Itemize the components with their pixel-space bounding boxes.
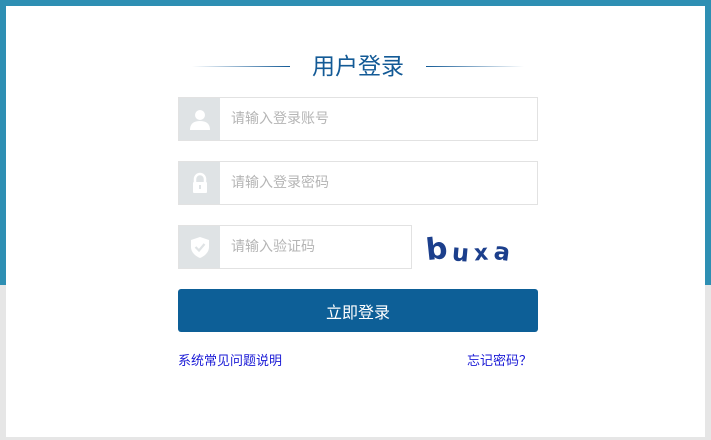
lock-icon [179, 162, 220, 204]
shield-check-icon [179, 226, 220, 268]
captcha-input[interactable] [220, 226, 411, 268]
captcha-char: u [450, 238, 471, 268]
captcha-char: b [424, 230, 450, 269]
password-field [178, 161, 538, 205]
user-icon [179, 98, 220, 140]
captcha-char: a [492, 237, 513, 267]
login-button[interactable]: 立即登录 [178, 289, 538, 332]
captcha-char: x [473, 240, 490, 267]
title-divider-right [426, 66, 524, 67]
account-input[interactable] [220, 98, 537, 140]
captcha-image[interactable]: b u x a [424, 230, 516, 274]
title-divider-left [192, 66, 290, 67]
login-panel: 用户登录 请输入登录账号 请输入验证码 b u x a 立即登录 系统常见问题说… [6, 6, 705, 437]
account-field [178, 97, 538, 141]
login-title-row: 用户登录 [6, 50, 705, 84]
password-input[interactable] [220, 162, 537, 204]
faq-link[interactable]: 系统常见问题说明 [178, 353, 282, 371]
forgot-password-link[interactable]: 忘记密码？ [467, 353, 532, 371]
captcha-field [178, 225, 412, 269]
login-title: 用户登录 [312, 54, 404, 80]
